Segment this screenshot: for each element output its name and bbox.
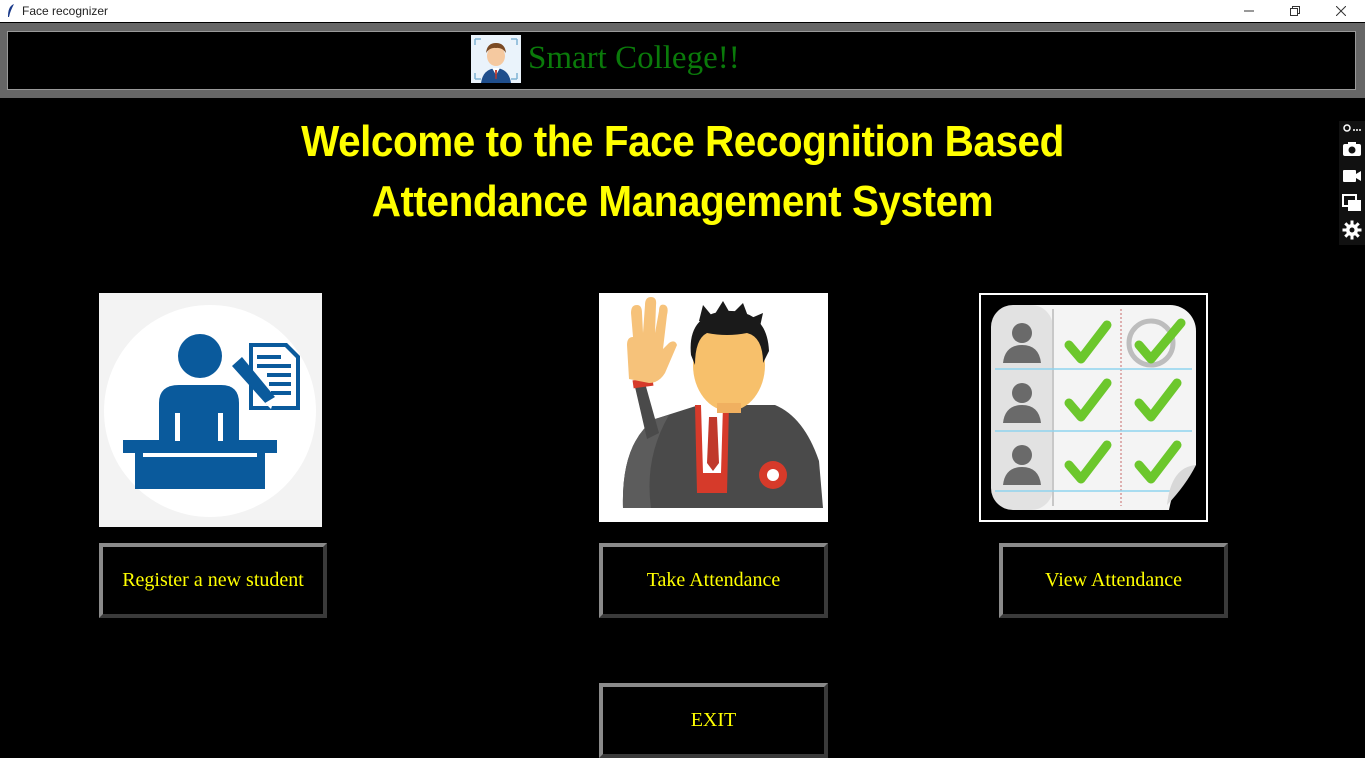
headline-line-1: Welcome to the Face Recognition Based [301, 117, 1064, 166]
person-face-icon [471, 35, 521, 83]
raised-hand-student-icon[interactable] [599, 293, 828, 522]
restore-button[interactable] [1272, 0, 1318, 22]
restore-icon [1290, 6, 1300, 16]
toolbar-pin-button[interactable] [1339, 121, 1365, 135]
register-student-icon[interactable] [99, 293, 322, 527]
register-student-button[interactable]: Register a new student [99, 543, 327, 618]
headline-line-2: Attendance Management System [371, 177, 994, 226]
close-icon [1336, 6, 1346, 16]
take-attendance-button[interactable]: Take Attendance [599, 543, 828, 618]
page-headline: Welcome to the Face Recognition Based At… [55, 112, 1311, 232]
window-title-bar: Face recognizer [0, 0, 1365, 22]
toolbar-camera-button[interactable] [1339, 135, 1365, 162]
video-icon [1343, 169, 1361, 182]
toolbar-settings-button[interactable] [1339, 216, 1365, 243]
camera-icon [1343, 141, 1361, 156]
minimize-icon [1244, 10, 1254, 12]
gear-icon [1342, 220, 1362, 239]
minimize-button[interactable] [1226, 0, 1272, 22]
toolbar-video-button[interactable] [1339, 162, 1365, 189]
view-attendance-button[interactable]: View Attendance [999, 543, 1228, 618]
toolbar-copy-button[interactable] [1339, 189, 1365, 216]
feather-icon [8, 4, 14, 17]
close-button[interactable] [1318, 0, 1364, 22]
brand-title: Smart College!! [528, 40, 740, 76]
exit-button[interactable]: EXIT [599, 683, 828, 758]
attendance-checklist-icon[interactable] [979, 293, 1208, 522]
window-title: Face recognizer [22, 4, 109, 18]
pin-icon [1343, 124, 1361, 132]
copy-icon [1342, 193, 1361, 211]
side-toolbar [1339, 121, 1365, 245]
